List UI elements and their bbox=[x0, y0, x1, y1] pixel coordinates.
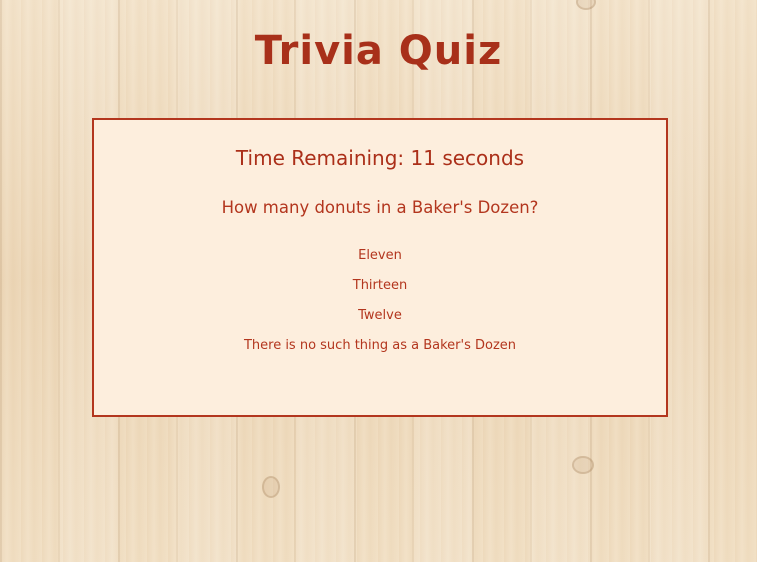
answer-option-twelve[interactable]: Twelve bbox=[94, 301, 666, 331]
quiz-card: Time Remaining: 11 seconds How many donu… bbox=[92, 118, 668, 417]
answer-option-thirteen[interactable]: Thirteen bbox=[94, 271, 666, 301]
answer-option-no-such-thing[interactable]: There is no such thing as a Baker's Doze… bbox=[94, 331, 666, 361]
time-remaining-text: Time Remaining: 11 seconds bbox=[235, 146, 525, 170]
wood-knot-decoration bbox=[572, 456, 594, 474]
wood-knot-decoration bbox=[576, 0, 596, 10]
question-text: How many donuts in a Baker's Dozen? bbox=[221, 198, 539, 217]
page-title: Trivia Quiz bbox=[254, 28, 503, 74]
answer-option-eleven[interactable]: Eleven bbox=[94, 241, 666, 271]
answer-list: Eleven Thirteen Twelve There is no such … bbox=[94, 241, 666, 361]
wood-knot-decoration bbox=[262, 476, 280, 498]
